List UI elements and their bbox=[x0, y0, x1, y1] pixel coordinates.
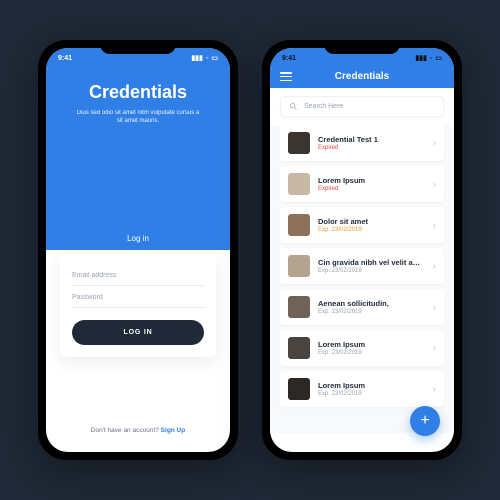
chevron-right-icon: › bbox=[433, 179, 436, 190]
phone-list: 9:41 ▮▮▮ ◦ ▭ Credentials Credential Test… bbox=[262, 40, 462, 460]
signal-icon: ▮▮▮ bbox=[191, 54, 203, 62]
wifi-icon: ◦ bbox=[206, 55, 208, 62]
item-subtitle: Exp. 23/02/2019 bbox=[318, 350, 425, 356]
item-thumbnail bbox=[288, 255, 310, 277]
item-thumbnail bbox=[288, 214, 310, 236]
chevron-right-icon: › bbox=[433, 138, 436, 149]
email-field[interactable] bbox=[72, 264, 204, 286]
search-input[interactable] bbox=[304, 103, 435, 110]
notch bbox=[100, 40, 176, 54]
status-time: 9:41 bbox=[282, 55, 296, 62]
item-title: Lorem Ipsum bbox=[318, 381, 425, 390]
list-item[interactable]: Credential Test 1Expired › bbox=[280, 125, 444, 161]
item-title: Lorem Ipsum bbox=[318, 340, 425, 349]
item-thumbnail bbox=[288, 296, 310, 318]
chevron-right-icon: › bbox=[433, 384, 436, 395]
signup-link[interactable]: Sign Up bbox=[161, 427, 186, 434]
item-title: Cin gravida nibh vel velit auctor bbox=[318, 258, 425, 267]
item-title: Aenean sollicitudin, bbox=[318, 299, 425, 308]
list-item[interactable]: Lorem IpsumExp. 23/02/2019 › bbox=[280, 371, 444, 407]
list-item[interactable]: Lorem IpsumExpired › bbox=[280, 166, 444, 202]
item-subtitle: Exp. 23/02/2019 bbox=[318, 391, 425, 397]
signal-icon: ▮▮▮ bbox=[415, 54, 427, 62]
battery-icon: ▭ bbox=[211, 54, 218, 62]
item-subtitle: Expired bbox=[318, 145, 425, 151]
password-field[interactable] bbox=[72, 286, 204, 308]
chevron-right-icon: › bbox=[433, 261, 436, 272]
list-item[interactable]: Dolor sit ametExp. 23/02/2019 › bbox=[280, 207, 444, 243]
chevron-right-icon: › bbox=[433, 343, 436, 354]
item-title: Lorem Ipsum bbox=[318, 176, 425, 185]
credential-list: Credential Test 1Expired›Lorem IpsumExpi… bbox=[270, 125, 454, 433]
list-item[interactable]: Lorem IpsumExp. 23/02/2019 › bbox=[280, 330, 444, 366]
app-subtitle: Duis sed odio sit amet nibh vulputate cu… bbox=[73, 109, 203, 126]
login-tab[interactable]: Log in bbox=[46, 234, 230, 243]
wifi-icon: ◦ bbox=[430, 55, 432, 62]
search-icon bbox=[289, 102, 298, 111]
add-button[interactable]: + bbox=[410, 406, 440, 436]
item-subtitle: Exp. 23/02/2019 bbox=[318, 227, 425, 233]
phone-login: 9:41 ▮▮▮ ◦ ▭ Credentials Duis sed odio s… bbox=[38, 40, 238, 460]
item-thumbnail bbox=[288, 337, 310, 359]
login-button[interactable]: LOG IN bbox=[72, 320, 204, 345]
item-title: Credential Test 1 bbox=[318, 135, 425, 144]
item-subtitle: Exp. 23/02/2019 bbox=[318, 309, 425, 315]
notch bbox=[324, 40, 400, 54]
list-item[interactable]: Aenean sollicitudin,Exp. 23/02/2019 › bbox=[280, 289, 444, 325]
signup-prompt: Don't have an account? Sign Up bbox=[46, 427, 230, 434]
login-hero: Credentials Duis sed odio sit amet nibh … bbox=[46, 48, 230, 250]
item-subtitle: Exp. 23/02/2019 bbox=[318, 268, 425, 274]
list-item[interactable]: Cin gravida nibh vel velit auctorExp. 23… bbox=[280, 248, 444, 284]
item-thumbnail bbox=[288, 132, 310, 154]
header-title: Credentials bbox=[335, 71, 389, 82]
item-subtitle: Expired bbox=[318, 186, 425, 192]
item-thumbnail bbox=[288, 173, 310, 195]
item-title: Dolor sit amet bbox=[318, 217, 425, 226]
item-thumbnail bbox=[288, 378, 310, 400]
hamburger-icon[interactable] bbox=[280, 72, 292, 81]
login-card: LOG IN bbox=[60, 254, 216, 357]
app-title: Credentials bbox=[64, 82, 212, 103]
status-time: 9:41 bbox=[58, 55, 72, 62]
battery-icon: ▭ bbox=[435, 54, 442, 62]
chevron-right-icon: › bbox=[433, 302, 436, 313]
chevron-right-icon: › bbox=[433, 220, 436, 231]
search-bar[interactable] bbox=[280, 96, 444, 117]
